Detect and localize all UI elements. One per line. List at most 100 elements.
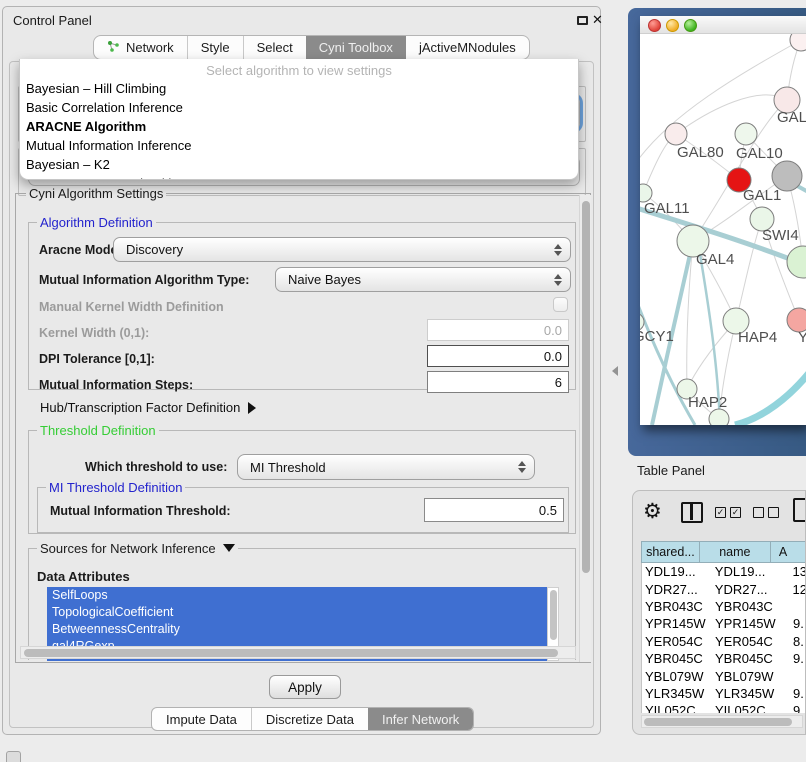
tab-select[interactable]: Select: [243, 36, 306, 59]
network-view-frame: GAL GAL80 GAL10 GAL1 GAL11 SWI4 GAL4 GCY…: [628, 8, 806, 456]
cell-name: YER054C: [708, 634, 789, 649]
file-export-icon[interactable]: [793, 498, 806, 522]
minimize-button[interactable]: [666, 19, 679, 32]
data-attributes-label: Data Attributes: [37, 569, 130, 584]
cell-shared-name: YER054C: [642, 634, 708, 649]
zoom-button[interactable]: [684, 19, 697, 32]
dropdown-prompt: Select algorithm to view settings: [20, 59, 578, 79]
network-icon: [107, 40, 120, 56]
mi-steps-field[interactable]: 6: [427, 371, 569, 393]
cell-name: YBL079W: [708, 669, 789, 684]
column-header-shared-name[interactable]: shared...: [642, 542, 700, 562]
cell-name: YBR043C: [708, 599, 789, 614]
cell-name: YPR145W: [708, 616, 789, 631]
attribute-item[interactable]: SelfLoops: [47, 587, 547, 604]
splitter-collapse-icon[interactable]: [612, 366, 618, 376]
mi-threshold-title: MI Threshold Definition: [46, 480, 185, 495]
tab-style[interactable]: Style: [187, 36, 243, 59]
mi-threshold-field[interactable]: 0.5: [424, 498, 564, 522]
aracne-mode-combo[interactable]: Discovery: [113, 237, 571, 262]
network-view-window: GAL GAL80 GAL10 GAL1 GAL11 SWI4 GAL4 GCY…: [640, 16, 806, 425]
dropdown-item[interactable]: Dream8 DC_TDC Algorithm: [20, 174, 578, 180]
threshold-definition-group: Threshold Definition Which threshold to …: [28, 430, 576, 534]
tab-label: Infer Network: [382, 712, 459, 727]
table-panel: ⚙ ✓✓ shared... name A YDL19...YDL19...13…: [632, 490, 806, 735]
table-body[interactable]: YDL19...YDL19...13 YDR27...YDR27...12 YB…: [641, 563, 806, 713]
threshold-definition-title: Threshold Definition: [37, 423, 159, 438]
cell-shared-name: YBL079W: [642, 669, 708, 684]
sources-expander[interactable]: Sources for Network Inference: [37, 541, 238, 556]
dropdown-item[interactable]: Bayesian – K2: [20, 155, 578, 174]
column-header-clipped[interactable]: A: [771, 542, 806, 562]
tab-label: Select: [257, 40, 293, 55]
which-threshold-label: Which threshold to use:: [85, 460, 227, 474]
scrollbar-thumb[interactable]: [582, 201, 590, 573]
minimized-panel-icon[interactable]: [6, 751, 21, 762]
settings-horizontal-scrollbar[interactable]: [20, 646, 576, 659]
combo-value: Naive Bayes: [276, 272, 361, 287]
tab-infer-network[interactable]: Infer Network: [368, 708, 473, 730]
manual-kernel-checkbox[interactable]: [553, 297, 568, 312]
attribute-item[interactable]: TopologicalCoefficient: [47, 604, 547, 621]
mi-threshold-label: Mutual Information Threshold:: [50, 504, 231, 518]
which-threshold-combo[interactable]: MI Threshold: [237, 454, 535, 480]
scrollbar-thumb[interactable]: [550, 590, 557, 640]
node-big-right[interactable]: [787, 246, 806, 278]
table-row[interactable]: YDR27...YDR27...12: [642, 580, 806, 597]
select-all-columns-icon[interactable]: ✓✓: [715, 507, 741, 518]
tab-jactivemnodules[interactable]: jActiveMNodules: [406, 36, 529, 59]
table-row[interactable]: YIL052CYIL052C9.: [642, 702, 806, 713]
column-header-name[interactable]: name: [700, 542, 771, 562]
dropdown-item[interactable]: Basic Correlation Inference: [20, 98, 578, 117]
gear-icon[interactable]: ⚙: [643, 499, 662, 524]
table-row[interactable]: YBL079WYBL079W: [642, 667, 806, 684]
dropdown-item[interactable]: Mutual Information Inference: [20, 136, 578, 155]
aracne-mode-label: Aracne Mode:: [39, 243, 122, 257]
table-horizontal-scrollbar[interactable]: [641, 715, 803, 728]
table-row[interactable]: YBR043CYBR043C: [642, 598, 806, 615]
hub-definition-label: Hub/Transcription Factor Definition: [40, 400, 240, 415]
stepper-icon: [554, 244, 562, 256]
control-panel-titlebar: Control Panel ✕: [3, 7, 600, 33]
deselect-all-columns-icon[interactable]: [753, 507, 779, 518]
scrollbar-thumb[interactable]: [644, 718, 792, 726]
cell-name: YBR045C: [708, 651, 789, 666]
cyni-bottom-tabbar: Impute Data Discretize Data Infer Networ…: [151, 707, 474, 731]
tab-network[interactable]: Network: [94, 36, 187, 59]
table-row[interactable]: YLR345WYLR345W9.: [642, 685, 806, 702]
node-label: GCY1: [640, 328, 674, 345]
node-label: HAP2: [688, 394, 727, 411]
table-row[interactable]: YDL19...YDL19...13: [642, 563, 806, 580]
node-label: GAL4: [696, 251, 734, 268]
mi-type-combo[interactable]: Naive Bayes: [275, 267, 571, 292]
network-canvas[interactable]: GAL GAL80 GAL10 GAL1 GAL11 SWI4 GAL4 GCY…: [640, 34, 806, 425]
cell-value: 9.: [789, 686, 804, 701]
dropdown-item-selected[interactable]: ARACNE Algorithm: [20, 117, 578, 136]
columns-icon[interactable]: [681, 502, 703, 523]
hub-definition-expander[interactable]: Hub/Transcription Factor Definition: [40, 400, 256, 415]
cell-value: 12: [789, 582, 806, 597]
dropdown-item[interactable]: Bayesian – Hill Climbing: [20, 79, 578, 98]
node-gal10[interactable]: [735, 123, 757, 145]
table-row[interactable]: YER054CYER054C8.: [642, 633, 806, 650]
dpi-tolerance-field[interactable]: 0.0: [427, 345, 569, 367]
attribute-item[interactable]: BetweennessCentrality: [47, 621, 547, 638]
tab-discretize-data[interactable]: Discretize Data: [251, 708, 368, 730]
tab-cyni-toolbox[interactable]: Cyni Toolbox: [306, 36, 406, 59]
close-panel-icon[interactable]: ✕: [592, 12, 603, 28]
close-button[interactable]: [648, 19, 661, 32]
table-row[interactable]: YPR145WYPR145W9.: [642, 615, 806, 632]
settings-vertical-scrollbar[interactable]: [579, 195, 591, 662]
node-partial-top[interactable]: [790, 34, 806, 51]
node-gal80[interactable]: [665, 123, 687, 145]
algorithm-definition-group: Algorithm Definition Aracne Mode: Discov…: [28, 222, 576, 390]
apply-button[interactable]: Apply: [269, 675, 341, 699]
table-row[interactable]: YBR045CYBR045C9.: [642, 650, 806, 667]
float-window-icon[interactable]: [577, 16, 588, 25]
node-bottom[interactable]: [709, 409, 729, 425]
tab-impute-data[interactable]: Impute Data: [152, 708, 251, 730]
tab-label: Discretize Data: [266, 712, 354, 727]
scrollbar-thumb[interactable]: [24, 649, 558, 657]
node-label: GAL1: [743, 187, 781, 204]
apply-label: Apply: [288, 680, 322, 695]
